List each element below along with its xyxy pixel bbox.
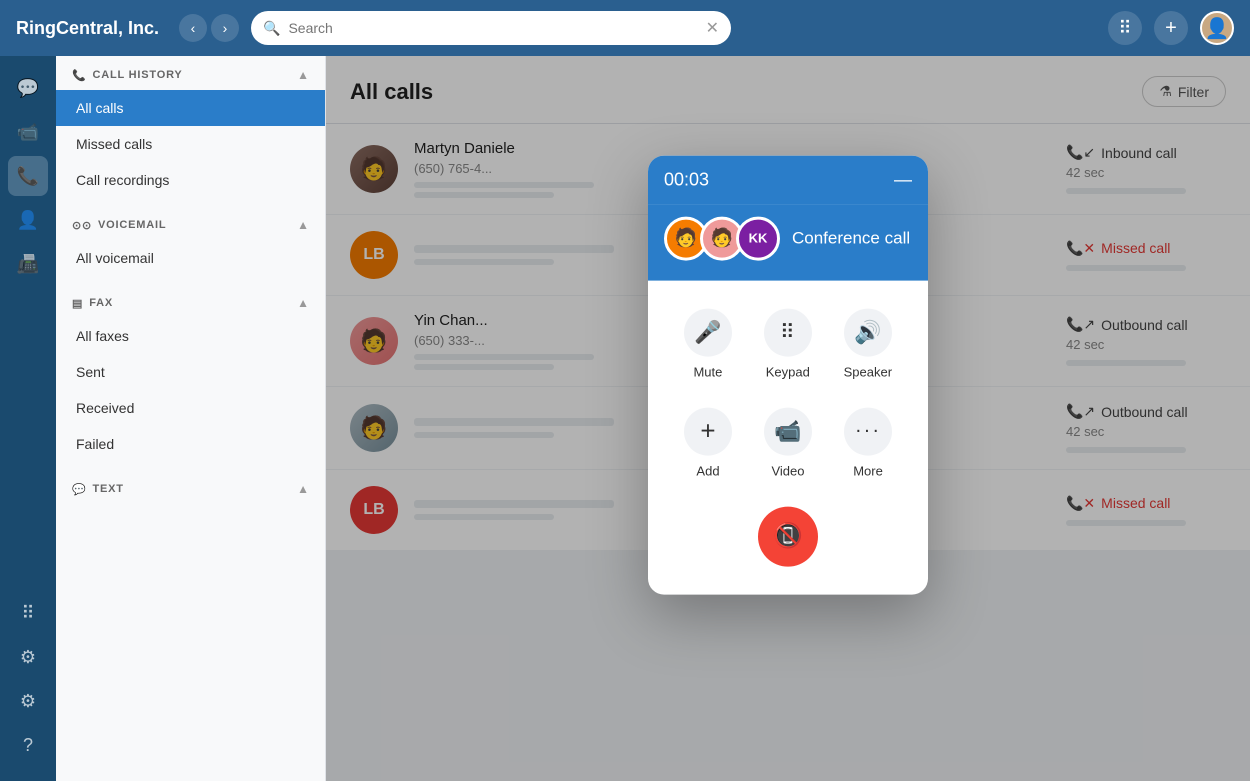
help-button[interactable]: ? [8, 725, 48, 765]
video-nav-button[interactable]: 📹 [8, 112, 48, 152]
add-label: Add [696, 463, 719, 478]
search-bar: 🔍 ✕ [251, 11, 731, 45]
call-controls: 🎤 Mute ⠿ Keypad 🔊 Speaker + [648, 280, 928, 594]
nav-buttons: ‹ › [179, 14, 239, 42]
user-avatar[interactable]: 👤 [1200, 11, 1234, 45]
fax-title: ▤ FAX [72, 297, 113, 310]
video-call-button[interactable]: 📹 Video [764, 407, 812, 478]
add-call-button[interactable]: + Add [684, 407, 732, 478]
apps-nav-button[interactable]: ⠿ [8, 593, 48, 633]
phone-icon: 📞 [72, 69, 87, 82]
topbar-actions: ⠿ + 👤 [1108, 11, 1234, 45]
video-label: Video [771, 463, 804, 478]
participant-avatar-3: KK [736, 216, 780, 260]
mute-label: Mute [693, 364, 722, 379]
sidebar-item-sent-faxes[interactable]: Sent [56, 354, 325, 390]
speaker-label: Speaker [844, 364, 892, 379]
messages-nav-button[interactable]: 💬 [8, 68, 48, 108]
main-layout: 💬 📹 📞 👤 📠 ⠿ ⚙ ⚙ ? 📞 CALL HISTORY ▲ All c… [0, 56, 1250, 781]
text-icon: 💬 [72, 483, 87, 496]
call-timer: 00:03 [664, 169, 709, 190]
keypad-button[interactable]: ⠿ Keypad [764, 308, 812, 379]
admin-settings-button[interactable]: ⚙ [8, 637, 48, 677]
fax-section: ▤ FAX ▲ All faxes Sent Received Failed [56, 284, 325, 462]
mute-icon: 🎤 [684, 308, 732, 356]
sidebar-item-call-recordings[interactable]: Call recordings [56, 162, 325, 198]
keypad-icon: ⠿ [764, 308, 812, 356]
icon-strip-bottom: ⠿ ⚙ ⚙ ? [8, 593, 48, 765]
search-icon: 🔍 [263, 20, 280, 37]
fax-icon: ▤ [72, 297, 83, 310]
nav-forward-button[interactable]: › [211, 14, 239, 42]
sidebar-item-all-faxes[interactable]: All faxes [56, 318, 325, 354]
call-dialog: 00:03 — 🧑 🧑 KK Conference call [648, 155, 928, 594]
end-call-icon: 📵 [773, 522, 803, 551]
voicemail-icon: ⊙⊙ [72, 219, 92, 232]
add-button[interactable]: + [1154, 11, 1188, 45]
settings-button[interactable]: ⚙ [8, 681, 48, 721]
add-icon: + [684, 407, 732, 455]
speaker-button[interactable]: 🔊 Speaker [844, 308, 892, 379]
end-call-button[interactable]: 📵 [758, 506, 818, 566]
mute-button[interactable]: 🎤 Mute [684, 308, 732, 379]
sidebar-item-missed-calls[interactable]: Missed calls [56, 126, 325, 162]
more-options-button[interactable]: ··· More [844, 407, 892, 478]
content-area: All calls ⚗ Filter 🧑 Martyn Daniele (650… [326, 56, 1250, 781]
sidebar-item-all-voicemail[interactable]: All voicemail [56, 240, 325, 276]
speaker-icon: 🔊 [844, 308, 892, 356]
contacts-nav-button[interactable]: 👤 [8, 200, 48, 240]
voicemail-title: ⊙⊙ VOICEMAIL [72, 219, 166, 232]
text-title: 💬 TEXT [72, 483, 124, 496]
apps-grid-button[interactable]: ⠿ [1108, 11, 1142, 45]
more-label: More [853, 463, 883, 478]
phone-nav-button[interactable]: 📞 [8, 156, 48, 196]
participant-avatars: 🧑 🧑 KK [664, 216, 780, 260]
text-section: 💬 TEXT ▲ [56, 470, 325, 504]
more-icon: ··· [844, 407, 892, 455]
keypad-label: Keypad [766, 364, 810, 379]
call-controls-row-2: + Add 📹 Video ··· More [668, 407, 908, 478]
voicemail-section: ⊙⊙ VOICEMAIL ▲ All voicemail [56, 206, 325, 276]
call-history-chevron: ▲ [297, 68, 309, 82]
nav-back-button[interactable]: ‹ [179, 14, 207, 42]
call-history-header[interactable]: 📞 CALL HISTORY ▲ [56, 56, 325, 90]
sidebar: 📞 CALL HISTORY ▲ All calls Missed calls … [56, 56, 326, 781]
call-participants: 🧑 🧑 KK Conference call [648, 204, 928, 280]
search-clear-button[interactable]: ✕ [706, 18, 719, 38]
fax-header[interactable]: ▤ FAX ▲ [56, 284, 325, 318]
minimize-button[interactable]: — [894, 169, 912, 190]
call-controls-row-1: 🎤 Mute ⠿ Keypad 🔊 Speaker [668, 308, 908, 379]
text-header[interactable]: 💬 TEXT ▲ [56, 470, 325, 504]
call-dialog-header: 00:03 — [648, 155, 928, 204]
app-title: RingCentral, Inc. [16, 18, 159, 39]
fax-chevron: ▲ [297, 296, 309, 310]
sidebar-item-all-calls[interactable]: All calls [56, 90, 325, 126]
sidebar-item-failed-faxes[interactable]: Failed [56, 426, 325, 462]
search-input[interactable] [288, 20, 697, 36]
text-chevron: ▲ [297, 482, 309, 496]
call-history-section: 📞 CALL HISTORY ▲ All calls Missed calls … [56, 56, 325, 198]
voicemail-header[interactable]: ⊙⊙ VOICEMAIL ▲ [56, 206, 325, 240]
call-type-conference-label: Conference call [792, 228, 910, 248]
voicemail-chevron: ▲ [297, 218, 309, 232]
icon-strip: 💬 📹 📞 👤 📠 ⠿ ⚙ ⚙ ? [0, 56, 56, 781]
topbar: RingCentral, Inc. ‹ › 🔍 ✕ ⠿ + 👤 [0, 0, 1250, 56]
sidebar-item-received-faxes[interactable]: Received [56, 390, 325, 426]
call-history-title: 📞 CALL HISTORY [72, 69, 183, 82]
fax-nav-button[interactable]: 📠 [8, 244, 48, 284]
call-end-row: 📵 [668, 506, 908, 574]
video-icon: 📹 [764, 407, 812, 455]
